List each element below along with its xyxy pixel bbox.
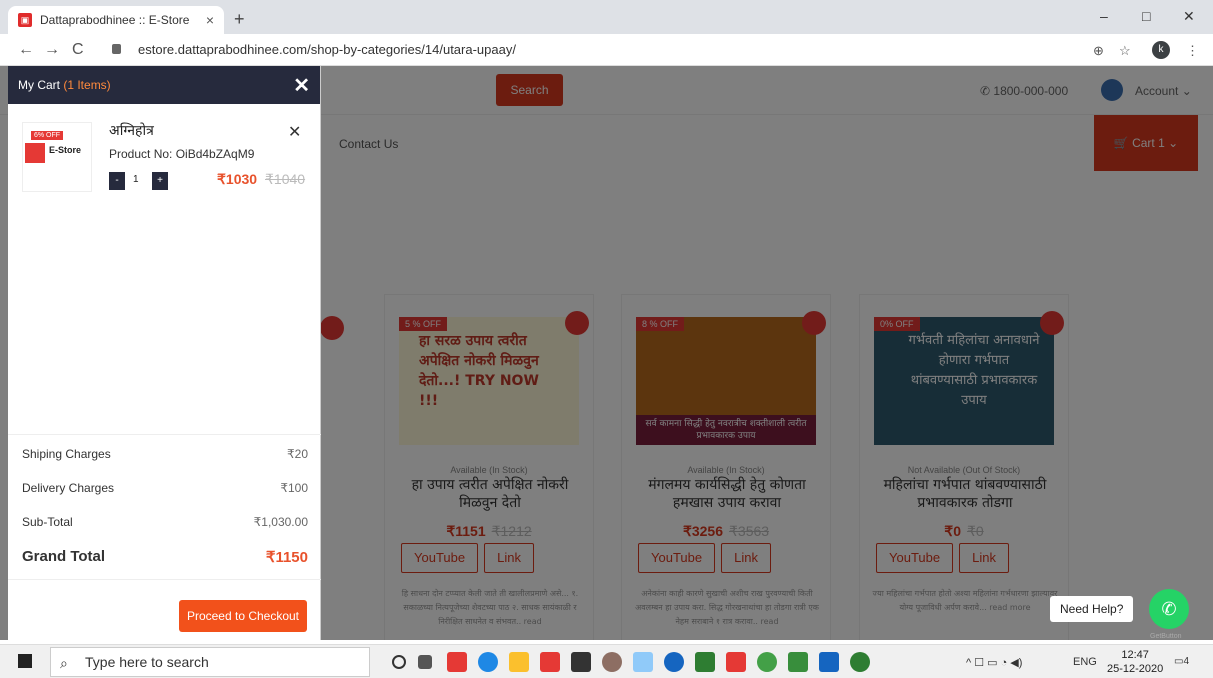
quantity-value: 1 [133, 174, 139, 185]
whatsapp-icon[interactable]: ✆ [1149, 589, 1189, 629]
tray-icons[interactable]: ^ ☐ ▭ ◔ ◀) [966, 656, 1022, 669]
shipping-row: Shiping Charges ₹20 [22, 447, 308, 461]
clock[interactable]: 12:47 25-12-2020 [1107, 648, 1163, 676]
app-icon[interactable] [602, 652, 622, 672]
cart-header: My Cart (1 Items) ✕ [8, 66, 320, 104]
minimize-button[interactable]: – [1100, 8, 1108, 24]
search-icon: ⌕ [60, 655, 68, 671]
cortana-icon[interactable] [392, 655, 406, 669]
grand-total-value: ₹1150 [265, 549, 308, 566]
notification-icon[interactable]: ▭4 [1174, 656, 1189, 667]
url-field[interactable]: estore.dattaprabodhinee.com/shop-by-cate… [112, 39, 1152, 61]
app-icon[interactable] [540, 652, 560, 672]
shipping-label: Shiping Charges [22, 447, 111, 461]
estore-logo-text: E-Store [49, 145, 82, 155]
browser-tab-bar: ▣ Dattaprabodhinee :: E-Store × + – □ ✕ [0, 0, 1213, 34]
clock-date: 25-12-2020 [1107, 663, 1164, 675]
app-icon[interactable] [447, 652, 467, 672]
cart-item-old-price: ₹1040 [265, 171, 306, 187]
cart-item-product-no: Product No: OiBd4bZAqM9 [109, 147, 255, 161]
bookmark-star-icon[interactable]: ☆ [1119, 43, 1131, 59]
quantity-decrease-button[interactable]: - [109, 172, 125, 190]
cart-title: My Cart (1 Items) [18, 78, 293, 92]
shipping-value: ₹20 [287, 447, 308, 461]
subtotal-label: Sub-Total [22, 515, 73, 529]
estore-logo-icon [25, 143, 45, 163]
filezilla-icon[interactable] [726, 652, 746, 672]
need-help-tooltip[interactable]: Need Help? [1050, 596, 1134, 622]
cart-item-name: अग्निहोत्र [109, 123, 154, 139]
quantity-increase-button[interactable]: + [152, 172, 168, 190]
tab-close-icon[interactable]: × [206, 12, 214, 28]
store-icon[interactable] [571, 652, 591, 672]
grand-total-label: Grand Total [22, 548, 106, 565]
browser-tab[interactable]: ▣ Dattaprabodhinee :: E-Store × [8, 6, 224, 34]
profile-avatar[interactable]: k [1152, 41, 1170, 59]
windows-taskbar: Type here to search ⌕ ^ ☐ ▭ ◔ ◀) ENG 12:… [0, 644, 1213, 678]
cart-drawer: My Cart (1 Items) ✕ 6% OFF E-Store अग्नि… [8, 66, 321, 640]
summary-divider [8, 579, 321, 580]
back-icon[interactable]: ← [18, 41, 34, 59]
app-icon[interactable] [664, 652, 684, 672]
close-cart-icon[interactable]: ✕ [293, 73, 310, 98]
address-bar: ← → C estore.dattaprabodhinee.com/shop-b… [0, 34, 1213, 66]
app-icon[interactable] [633, 652, 653, 672]
delivery-row: Delivery Charges ₹100 [22, 481, 308, 495]
excel-icon[interactable] [788, 652, 808, 672]
cart-title-text: My Cart [18, 78, 60, 92]
delivery-value: ₹100 [280, 481, 308, 495]
close-window-button[interactable]: ✕ [1183, 8, 1195, 25]
chrome-icon[interactable] [757, 652, 777, 672]
subtotal-value: ₹1,030.00 [253, 515, 308, 529]
taskbar-search-input[interactable]: Type here to search [50, 647, 370, 677]
cart-item: 6% OFF E-Store अग्निहोत्र ✕ Product No: … [8, 104, 321, 216]
cart-item-price: ₹1030 [217, 171, 258, 187]
app-icon[interactable] [695, 652, 715, 672]
file-explorer-icon[interactable] [509, 652, 529, 672]
edge-icon[interactable] [478, 652, 498, 672]
url-text: estore.dattaprabodhinee.com/shop-by-cate… [138, 42, 516, 57]
reload-icon[interactable]: C [72, 41, 84, 59]
restore-button[interactable]: □ [1142, 8, 1150, 24]
new-tab-button[interactable]: + [234, 9, 245, 30]
browser-menu-icon[interactable]: ⋮ [1186, 43, 1199, 59]
grand-total-row: Grand Total ₹1150 [22, 548, 308, 566]
word-icon[interactable] [819, 652, 839, 672]
proceed-to-checkout-button[interactable]: Proceed to Checkout [179, 600, 307, 632]
delivery-label: Delivery Charges [22, 481, 115, 495]
notification-count: 4 [1183, 656, 1190, 667]
clock-time: 12:47 [1121, 649, 1149, 661]
subtotal-row: Sub-Total ₹1,030.00 [22, 515, 308, 529]
cart-item-discount-badge: 6% OFF [31, 131, 64, 140]
taskbar-search-placeholder: Type here to search [85, 654, 209, 670]
cart-summary [8, 434, 321, 435]
cart-item-count: (1 Items) [63, 78, 111, 92]
app-icon[interactable] [850, 652, 870, 672]
language-indicator[interactable]: ENG [1073, 656, 1097, 668]
getbutton-brand[interactable]: GetButton [1150, 633, 1182, 640]
zoom-icon[interactable]: ⊕ [1093, 43, 1104, 59]
forward-icon[interactable]: → [44, 41, 60, 59]
store-favicon-icon: ▣ [18, 13, 32, 27]
tab-title: Dattaprabodhinee :: E-Store [40, 13, 190, 27]
cart-item-image: 6% OFF E-Store [22, 122, 92, 192]
windows-start-icon[interactable] [18, 654, 32, 668]
task-view-icon[interactable] [418, 655, 432, 669]
remove-item-icon[interactable]: ✕ [288, 122, 301, 142]
